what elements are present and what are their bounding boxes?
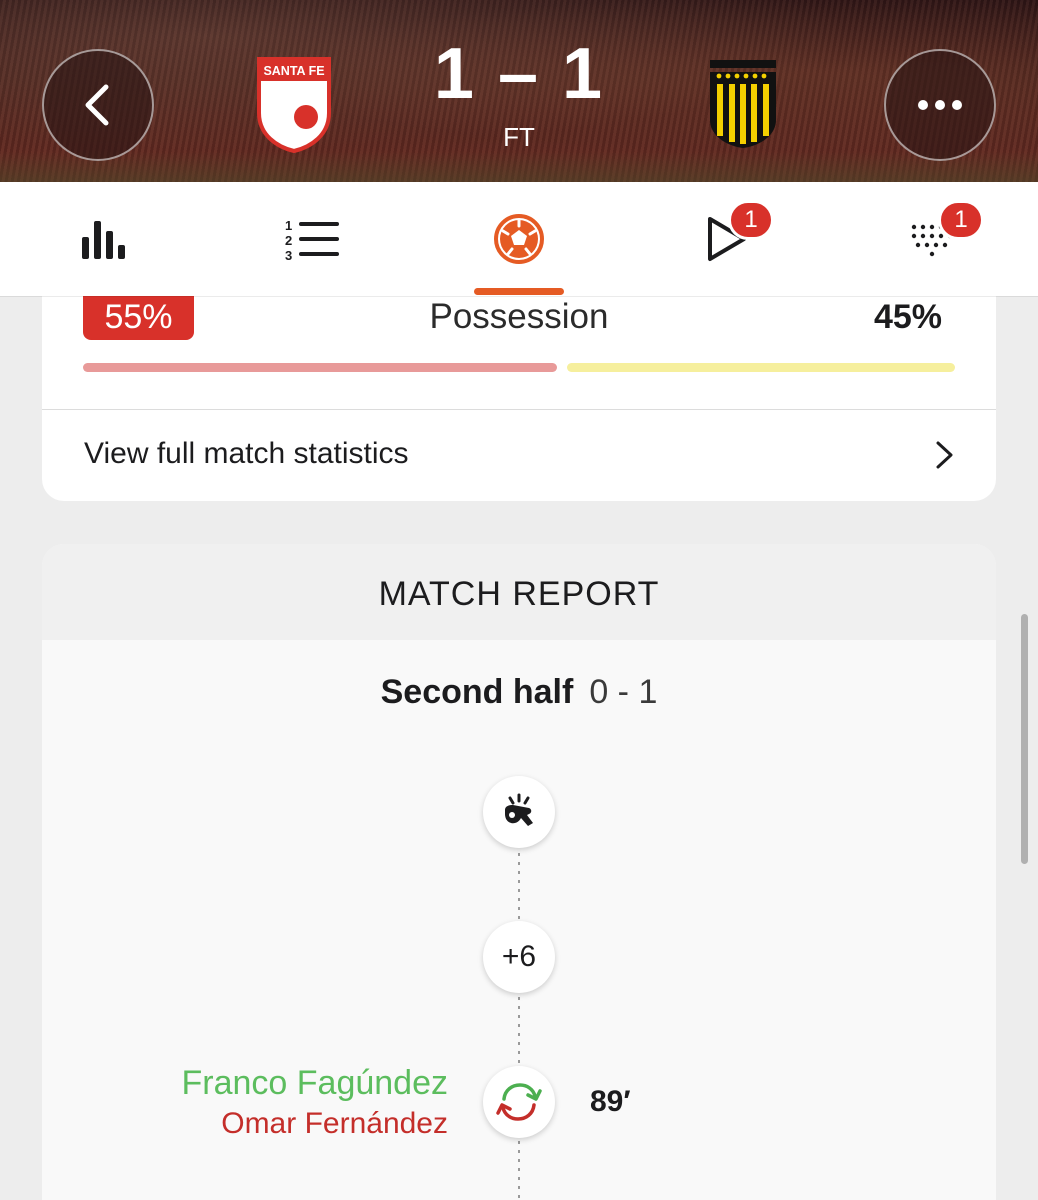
half-score: 0 - 1 [589,673,658,711]
full-time-event[interactable] [483,776,555,848]
football-icon [494,214,544,264]
video-badge: 1 [728,200,774,240]
player-in-name[interactable]: Franco Fagúndez [42,1064,449,1102]
home-crest-text: SANTA FE [263,64,324,78]
active-tab-indicator [474,288,564,295]
svg-text:1: 1 [285,218,292,233]
added-time-event[interactable]: +6 [483,921,555,993]
match-score: 1 – 1 [433,34,605,114]
back-button[interactable] [42,49,154,161]
tab-bar: 1 2 3 1 1 [0,182,1038,296]
half-summary: Second half 0 - 1 [42,672,996,712]
match-report-card: MATCH REPORT Second half 0 - 1 +6 Franco … [42,544,996,1200]
event-minute: 89′ [590,1085,631,1118]
tab-table[interactable]: 1 [864,182,1004,296]
svg-text:3: 3 [285,248,292,261]
view-full-stats-row[interactable]: View full match statistics [42,410,996,501]
away-team-crest[interactable] [707,58,779,150]
home-team-crest[interactable]: SANTA FE [255,55,333,153]
lineup-list-icon: 1 2 3 [285,218,339,261]
chevron-left-icon [85,84,109,126]
substitution-arrows-icon [496,1083,542,1121]
chevron-right-icon [936,441,953,469]
home-possession-value: 55% [83,296,194,340]
stats-bars-icon [82,221,125,259]
tab-stats[interactable] [34,182,174,296]
player-out-name[interactable]: Omar Fernández [42,1106,448,1142]
svg-text:2: 2 [285,233,292,248]
away-possession-value: 45% [873,298,942,336]
half-label: Second half [380,673,574,711]
view-full-stats-label: View full match statistics [84,437,409,470]
scrollbar[interactable] [1021,614,1028,864]
match-report-title: MATCH REPORT [378,575,660,613]
match-report-header: MATCH REPORT [42,544,996,640]
possession-label: Possession [429,297,609,336]
substitution-event[interactable] [483,1066,555,1138]
pitch-strip [0,152,1038,182]
match-header: SANTA FE 1 – 1 FT [0,0,1038,182]
more-options-button[interactable] [884,49,996,161]
home-possession-bar [83,363,557,372]
whistle-icon [505,793,533,826]
tab-video[interactable]: 1 [656,182,796,296]
tab-lineup[interactable]: 1 2 3 [242,182,382,296]
tab-match[interactable] [449,182,589,296]
timeline-line [518,844,520,1200]
match-status: FT [503,122,535,152]
away-possession-bar [567,363,955,372]
table-badge: 1 [938,200,984,240]
ellipsis-icon [918,100,962,110]
stats-card: 55% Possession 45% View full match stati… [42,296,996,501]
